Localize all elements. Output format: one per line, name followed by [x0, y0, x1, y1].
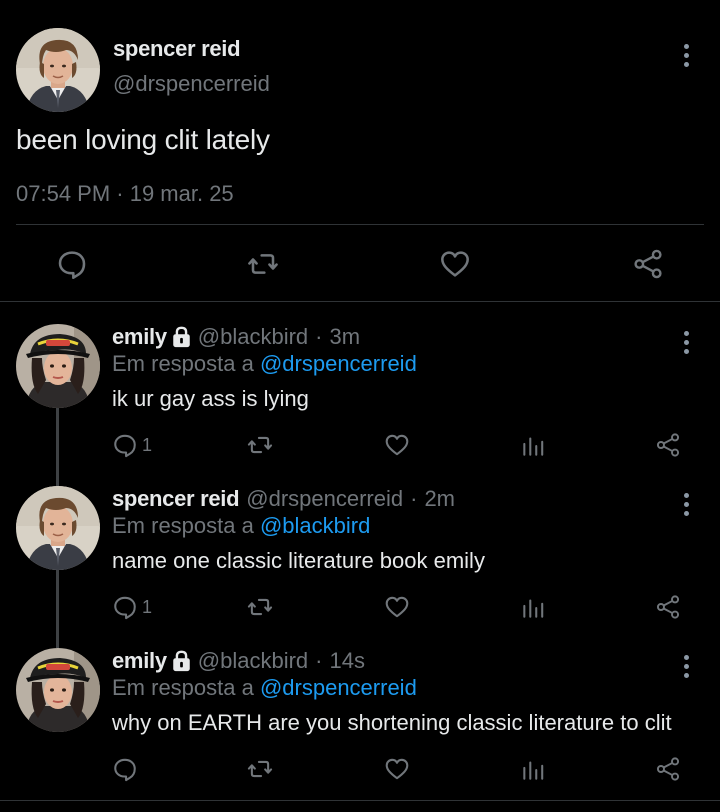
- reply-header: emily @blackbird · 3m: [112, 324, 360, 350]
- more-options-icon[interactable]: [676, 490, 696, 518]
- retweet-icon: [247, 598, 273, 616]
- tweet-timestamp: 07:54 PM · 19 mar. 25: [16, 181, 234, 206]
- replying-prefix: Em resposta a: [112, 351, 260, 376]
- reply-icon: [114, 434, 136, 458]
- avatar[interactable]: [16, 486, 100, 570]
- heart-icon: [385, 434, 409, 456]
- author-handle[interactable]: @drspencerreid: [246, 486, 403, 512]
- author-handle[interactable]: @drspencerreid: [113, 71, 270, 97]
- like-button[interactable]: [439, 248, 471, 280]
- like-button[interactable]: [384, 432, 410, 458]
- like-button[interactable]: [384, 756, 410, 782]
- share-button[interactable]: [632, 248, 664, 280]
- avatar[interactable]: [16, 324, 100, 408]
- reply-button[interactable]: 1: [112, 432, 152, 458]
- reply-icon: [114, 596, 136, 620]
- reply-count: 1: [142, 596, 153, 617]
- views-button[interactable]: [520, 756, 546, 782]
- retweet-icon: [247, 760, 273, 778]
- replying-prefix: Em resposta a: [112, 513, 260, 538]
- tweet-text: been loving clit lately: [16, 124, 270, 155]
- retweet-button[interactable]: [245, 248, 281, 280]
- divider: [0, 800, 720, 801]
- retweet-button[interactable]: [246, 756, 274, 782]
- reply-text: why on EARTH are you shortening classic …: [112, 710, 672, 735]
- mention-link[interactable]: @drspencerreid: [260, 675, 417, 700]
- stats-icon: [523, 437, 544, 456]
- heart-icon: [385, 758, 409, 780]
- share-button[interactable]: [655, 756, 681, 782]
- share-button[interactable]: [655, 594, 681, 620]
- main-tweet: spencer reid @drspencerreid been loving …: [0, 0, 720, 302]
- stats-icon: [523, 599, 544, 618]
- more-options-icon[interactable]: [676, 41, 696, 69]
- reply-button[interactable]: 1: [112, 594, 152, 620]
- author-name[interactable]: emily: [112, 648, 167, 674]
- replying-prefix: Em resposta a: [112, 675, 260, 700]
- author-handle[interactable]: @blackbird: [198, 648, 308, 674]
- replying-to: Em resposta a @drspencerreid: [112, 351, 417, 377]
- reply-header: emily @blackbird · 14s: [112, 648, 365, 674]
- reply-count: 1: [142, 434, 153, 455]
- more-options-icon[interactable]: [676, 652, 696, 680]
- share-icon: [656, 433, 680, 457]
- retweet-button[interactable]: [246, 594, 274, 620]
- like-button[interactable]: [384, 594, 410, 620]
- author-name[interactable]: spencer reid: [113, 36, 241, 62]
- more-options-icon[interactable]: [676, 328, 696, 356]
- lock-icon: [171, 326, 191, 348]
- retweet-icon: [248, 254, 278, 274]
- mention-link[interactable]: @drspencerreid: [260, 351, 417, 376]
- lock-icon: [171, 650, 191, 672]
- reply-text: ik ur gay ass is lying: [112, 386, 309, 411]
- heart-icon: [385, 596, 409, 618]
- stats-icon: [523, 761, 544, 780]
- reply-header: spencer reid @drspencerreid · 2m: [112, 486, 455, 512]
- replying-to: Em resposta a @drspencerreid: [112, 675, 417, 701]
- share-button[interactable]: [655, 432, 681, 458]
- share-icon: [634, 249, 662, 279]
- replying-to: Em resposta a @blackbird: [112, 513, 370, 539]
- views-button[interactable]: [520, 594, 546, 620]
- reply-button[interactable]: [56, 248, 88, 280]
- avatar[interactable]: [16, 28, 100, 112]
- share-icon: [656, 595, 680, 619]
- mention-link[interactable]: @blackbird: [260, 513, 370, 538]
- reply-text: name one classic literature book emily: [112, 548, 485, 573]
- separator: ·: [315, 324, 323, 349]
- views-button[interactable]: [520, 432, 546, 458]
- divider: [16, 224, 704, 225]
- separator: ·: [410, 486, 418, 511]
- reply-time: 14s: [329, 648, 365, 673]
- reply-tweet[interactable]: spencer reid @drspencerreid · 2m Em resp…: [0, 486, 720, 636]
- heart-icon: [441, 251, 469, 277]
- reply-time: 3m: [329, 324, 361, 349]
- reply-tweet[interactable]: emily @blackbird · 14s Em resposta a @dr…: [0, 648, 720, 798]
- author-handle[interactable]: @blackbird: [198, 324, 308, 350]
- avatar[interactable]: [16, 648, 100, 732]
- reply-icon: [114, 758, 136, 782]
- reply-tweet[interactable]: emily @blackbird · 3m Em resposta a @drs…: [0, 324, 720, 474]
- share-icon: [656, 757, 680, 781]
- reply-button[interactable]: [112, 756, 142, 782]
- reply-icon: [58, 251, 86, 280]
- author-name[interactable]: spencer reid: [112, 486, 240, 512]
- author-name[interactable]: emily: [112, 324, 167, 350]
- separator: ·: [315, 648, 323, 673]
- retweet-button[interactable]: [246, 432, 274, 458]
- retweet-icon: [247, 436, 273, 454]
- reply-time: 2m: [424, 486, 455, 511]
